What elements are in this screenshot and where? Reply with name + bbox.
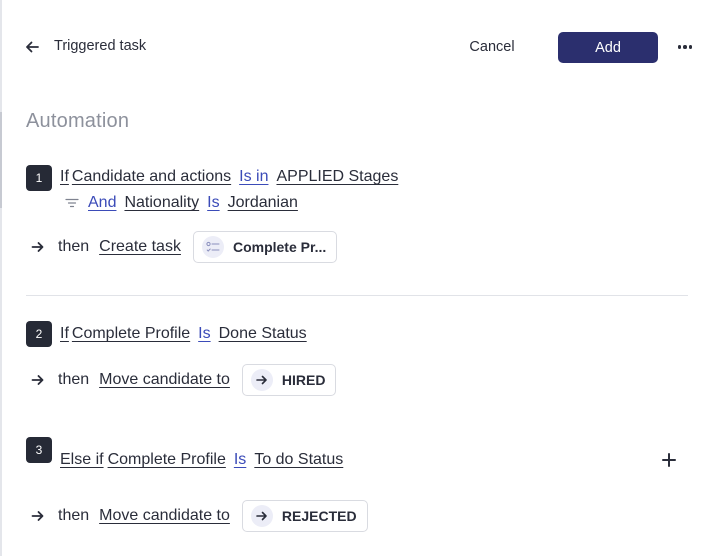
more-horizontal-icon xyxy=(677,45,682,49)
action-select[interactable]: Move candidate to xyxy=(99,371,230,389)
condition-operator[interactable]: Is xyxy=(207,194,219,212)
condition-operator[interactable]: Is xyxy=(234,451,246,469)
rule-number-badge: 1 xyxy=(26,165,52,191)
filter-icon xyxy=(64,196,80,210)
arrow-right-icon xyxy=(30,239,46,255)
arrow-right-icon xyxy=(250,505,273,527)
rule-number-badge: 3 xyxy=(26,437,52,463)
condition-connector[interactable]: Else if xyxy=(60,451,104,469)
condition-value[interactable]: To do Status xyxy=(254,451,343,469)
then-label: then xyxy=(58,371,90,388)
rule-number-badge: 2 xyxy=(26,321,52,347)
page-title: Triggered task xyxy=(54,38,147,54)
action-select[interactable]: Create task xyxy=(99,238,181,256)
target-label: REJECTED xyxy=(281,508,357,524)
action-select[interactable]: Move candidate to xyxy=(99,507,230,525)
action-row: then Move candidate to HIRED xyxy=(30,364,337,396)
condition-operator[interactable]: Is xyxy=(198,325,210,343)
target-label: Complete Pr... xyxy=(232,239,327,255)
checklist-icon xyxy=(201,236,224,258)
arrow-right-icon xyxy=(250,369,273,391)
arrow-right-icon xyxy=(30,372,46,388)
action-row: then Move candidate to REJECTED xyxy=(30,500,368,532)
header: Triggered task Cancel Add xyxy=(0,0,711,92)
cancel-button[interactable]: Cancel xyxy=(458,32,526,62)
condition-field[interactable]: Complete Profile xyxy=(72,325,190,343)
back-button[interactable] xyxy=(22,37,42,57)
plus-icon xyxy=(662,453,676,467)
condition-connector[interactable]: And xyxy=(88,194,116,212)
action-row: then Create task Complete Pr... xyxy=(30,231,338,263)
condition-value[interactable]: Jordanian xyxy=(228,194,298,212)
then-label: then xyxy=(58,238,90,255)
more-options-button[interactable] xyxy=(674,37,696,57)
arrow-left-icon xyxy=(26,41,39,53)
condition-connector[interactable]: If xyxy=(60,168,69,186)
section-title: Automation xyxy=(26,110,130,132)
condition-field[interactable]: Complete Profile xyxy=(108,451,226,469)
target-label: HIRED xyxy=(281,372,326,388)
add-button[interactable]: Add xyxy=(558,32,658,63)
condition-connector[interactable]: If xyxy=(60,325,69,343)
condition-row: And Nationality Is Jordanian xyxy=(64,194,298,212)
section-divider xyxy=(26,295,688,296)
condition-row: Else if Complete Profile Is To do Status xyxy=(60,451,343,469)
target-chip[interactable]: Complete Pr... xyxy=(192,231,338,263)
condition-row: If Complete Profile Is Done Status xyxy=(60,325,307,343)
condition-row: If Candidate and actions Is in APPLIED S… xyxy=(60,168,398,186)
condition-field[interactable]: Candidate and actions xyxy=(72,168,231,186)
target-chip[interactable]: REJECTED xyxy=(241,500,368,532)
target-chip[interactable]: HIRED xyxy=(241,364,337,396)
condition-value[interactable]: Done Status xyxy=(219,325,307,343)
then-label: then xyxy=(58,507,90,524)
arrow-right-icon xyxy=(30,508,46,524)
add-condition-button[interactable] xyxy=(658,449,680,471)
condition-field[interactable]: Nationality xyxy=(124,194,199,212)
condition-value[interactable]: APPLIED Stages xyxy=(276,168,398,186)
condition-operator[interactable]: Is in xyxy=(239,168,268,186)
